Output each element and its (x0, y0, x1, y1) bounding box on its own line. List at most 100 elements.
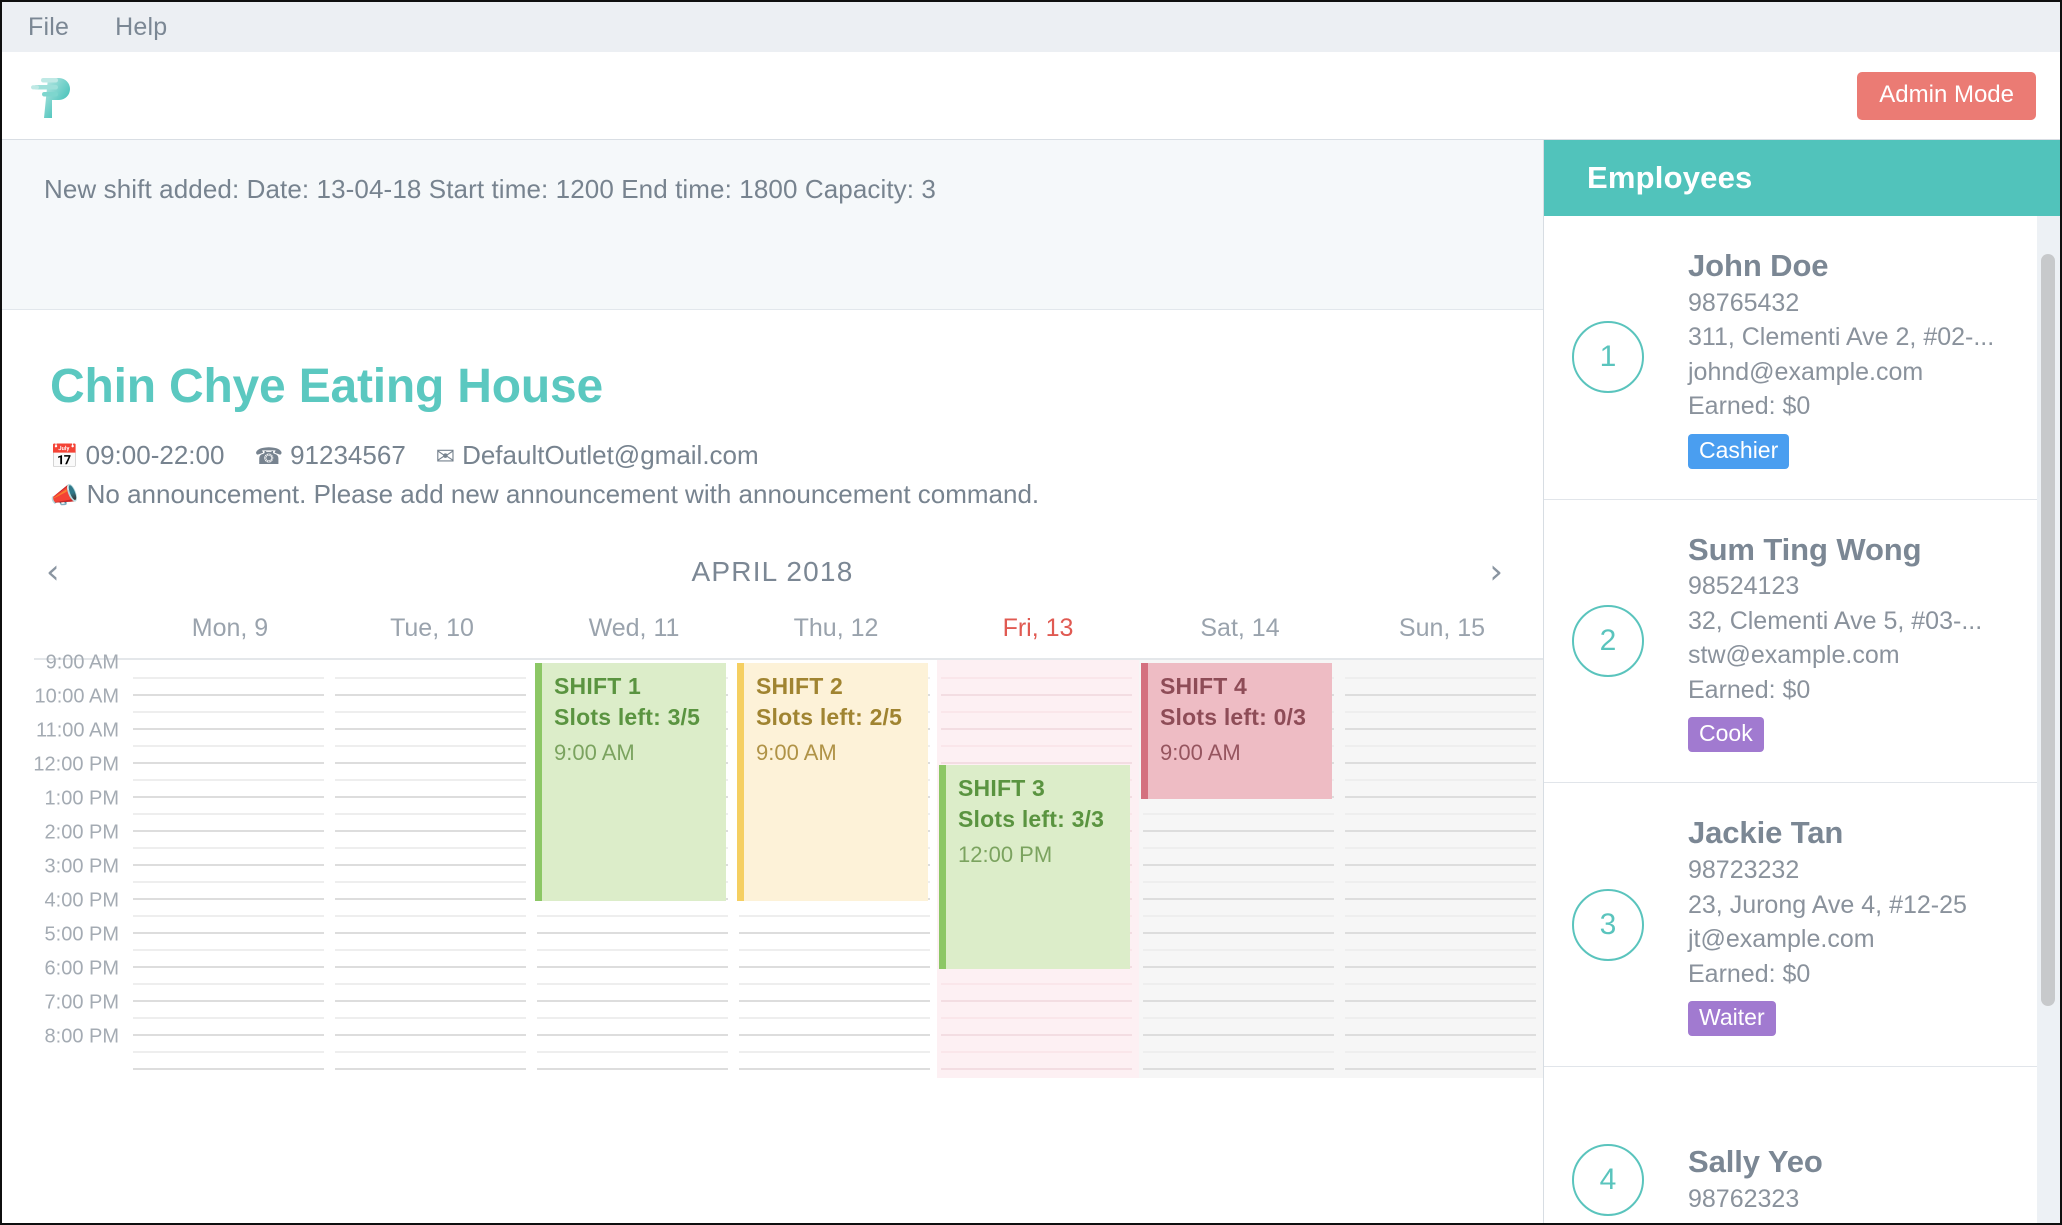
main-content: New shift added: Date: 13-04-18 Start ti… (2, 140, 1543, 1223)
menu-bar: File Help (2, 2, 2060, 52)
outlet-email-value: DefaultOutlet@gmail.com (462, 440, 759, 471)
calendar-gridline (1345, 728, 1536, 731)
calendar-gridline (133, 1034, 324, 1037)
calendar-gridline (133, 813, 324, 816)
calendar-day-headers: Mon, 9 Tue, 10 Wed, 11 Thu, 12 Fri, 13 Sat, 1… (34, 614, 1543, 658)
employee-info: John Doe 98765432 311, Clementi Ave 2, #02… (1688, 246, 1994, 469)
chevron-left-icon[interactable]: ‹ (46, 555, 60, 589)
shift-slots: Slots left: 0/3 (1160, 703, 1307, 730)
employees-list[interactable]: 1 John Doe 98765432 311, Clementi Ave 2, #0… (1544, 216, 2037, 1223)
calendar-gridline (335, 711, 526, 714)
employee-info: Sally Yeo 98762323 (1688, 1142, 1823, 1216)
calendar-day-column[interactable] (129, 660, 331, 1079)
calendar-gridline (1143, 830, 1334, 833)
calendar-day-column[interactable]: SHIFT 3 Slots left: 3/3 12:00 PM (937, 660, 1139, 1079)
calendar-day-column[interactable]: SHIFT 4 Slots left: 0/3 9:00 AM (1139, 660, 1341, 1079)
calendar-gridline (335, 728, 526, 731)
calendar-gridline (335, 966, 526, 969)
employees-scrollbar-thumb[interactable] (2041, 254, 2055, 1006)
calendar-gridline (335, 796, 526, 799)
calendar-gridline (335, 898, 526, 901)
employee-list-item[interactable]: 3 Jackie Tan 98723232 23, Jurong Ave 4, #12… (1544, 783, 2037, 1068)
calendar-gridline (1143, 966, 1334, 969)
calendar-time-label: 11:00 AM (35, 719, 119, 742)
calendar-gridline (133, 881, 324, 884)
calendar-day-header: Fri, 13 (1002, 614, 1074, 643)
calendar-shift-block[interactable]: SHIFT 4 Slots left: 0/3 9:00 AM (1141, 663, 1332, 800)
outlet-phone-value: 91234567 (290, 440, 406, 471)
employee-index-badge: 2 (1572, 605, 1644, 677)
calendar-gridline (335, 813, 526, 816)
notification-banner: New shift added: Date: 13-04-18 Start ti… (2, 140, 1543, 310)
calendar-day-header: Mon, 9 (191, 614, 269, 643)
calendar-gridline (537, 932, 728, 935)
calendar-day-header: Sat, 14 (1200, 614, 1280, 643)
calendar-day-column[interactable]: SHIFT 2 Slots left: 2/5 9:00 AM (735, 660, 937, 1079)
employee-info: Sum Ting Wong 98524123 32, Clementi Ave 5,… (1688, 530, 1982, 753)
employee-phone: 98524123 (1688, 572, 1800, 601)
calendar-gridline (335, 1000, 526, 1003)
calendar-shift-block[interactable]: SHIFT 1 Slots left: 3/5 9:00 AM (535, 663, 726, 902)
calendar-gridline (1345, 745, 1536, 748)
calendar-gridline (335, 745, 526, 748)
calendar-gridline (133, 830, 324, 833)
admin-mode-button[interactable]: Admin Mode (1857, 71, 2036, 120)
calendar-gridline (537, 983, 728, 986)
calendar-gridline (133, 677, 324, 680)
employee-list-item[interactable]: 4 Sally Yeo 98762323 (1544, 1067, 2037, 1223)
calendar-month-label: APRIL 2018 (691, 556, 854, 588)
employee-earned: Earned: $0 (1688, 959, 1811, 988)
calendar-gridline (1345, 813, 1536, 816)
calendar-shift-block[interactable]: SHIFT 2 Slots left: 2/5 9:00 AM (737, 663, 928, 902)
calendar-gridline (1143, 813, 1334, 816)
calendar-gridline (1345, 694, 1536, 697)
brand-bar: Admin Mode (2, 52, 2060, 140)
calendar-gridline (537, 1068, 728, 1071)
shift-slots: Slots left: 3/3 (958, 805, 1105, 832)
body-split: New shift added: Date: 13-04-18 Start ti… (2, 140, 2060, 1223)
calendar-gridline (1345, 830, 1536, 833)
employees-panel-title: Employees (1587, 160, 1753, 195)
calendar-gridline (133, 728, 324, 731)
calendar-gridline (1345, 949, 1536, 952)
calendar-gridline (133, 898, 324, 901)
employee-phone: 98762323 (1688, 1185, 1800, 1214)
bullhorn-icon: 📣 (50, 482, 79, 509)
page-title: Chin Chye Eating House (50, 360, 603, 413)
calendar-day-column[interactable] (1341, 660, 1543, 1079)
calendar-gridline (335, 864, 526, 867)
calendar-day-column[interactable] (331, 660, 533, 1079)
calendar-gridline (1143, 898, 1334, 901)
employee-list-item[interactable]: 1 John Doe 98765432 311, Clementi Ave 2, #0… (1544, 216, 2037, 500)
calendar-gridline (133, 1051, 324, 1054)
calendar-day-column[interactable]: SHIFT 1 Slots left: 3/5 9:00 AM (533, 660, 735, 1079)
calendar-time-label: 4:00 PM (44, 889, 119, 912)
calendar-gridline (1143, 932, 1334, 935)
calendar-gridline (133, 1017, 324, 1020)
menu-item-help[interactable]: Help (115, 13, 167, 42)
employee-phone: 98765432 (1688, 288, 1800, 317)
calendar-gridline (133, 847, 324, 850)
employee-earned: Earned: $0 (1688, 675, 1811, 704)
shift-time: 9:00 AM (756, 739, 837, 765)
calendar-gridline (1143, 1000, 1334, 1003)
calendar-gridline (739, 1017, 930, 1020)
calendar-gridline (1345, 1068, 1536, 1071)
calendar-shift-block[interactable]: SHIFT 3 Slots left: 3/3 12:00 PM (939, 765, 1130, 970)
calendar-grid[interactable]: 9:00 AM 10:00 AM 11:00 AM 12:00 PM 1:00 PM 2:… (33, 652, 1543, 1079)
calendar-gridline (1143, 915, 1334, 918)
employee-info: Jackie Tan 98723232 23, Jurong Ave 4, #12-… (1688, 813, 1967, 1037)
employees-scrollbar[interactable] (2041, 216, 2055, 1223)
calendar-gridline (1345, 966, 1536, 969)
calendar-gridline (1345, 915, 1536, 918)
calendar-gridline (1345, 1000, 1536, 1003)
employee-name: John Doe (1688, 248, 1829, 283)
menu-item-file[interactable]: File (28, 13, 69, 42)
calendar-gridline (941, 1017, 1132, 1020)
employee-list-item[interactable]: 2 Sum Ting Wong 98524123 32, Clementi Ave 5… (1544, 500, 2037, 784)
calendar-gridline (133, 796, 324, 799)
calendar-gridline (335, 847, 526, 850)
calendar-gridline (1345, 932, 1536, 935)
chevron-right-icon[interactable]: › (1489, 555, 1503, 589)
calendar-day-header: Tue, 10 (390, 614, 474, 643)
